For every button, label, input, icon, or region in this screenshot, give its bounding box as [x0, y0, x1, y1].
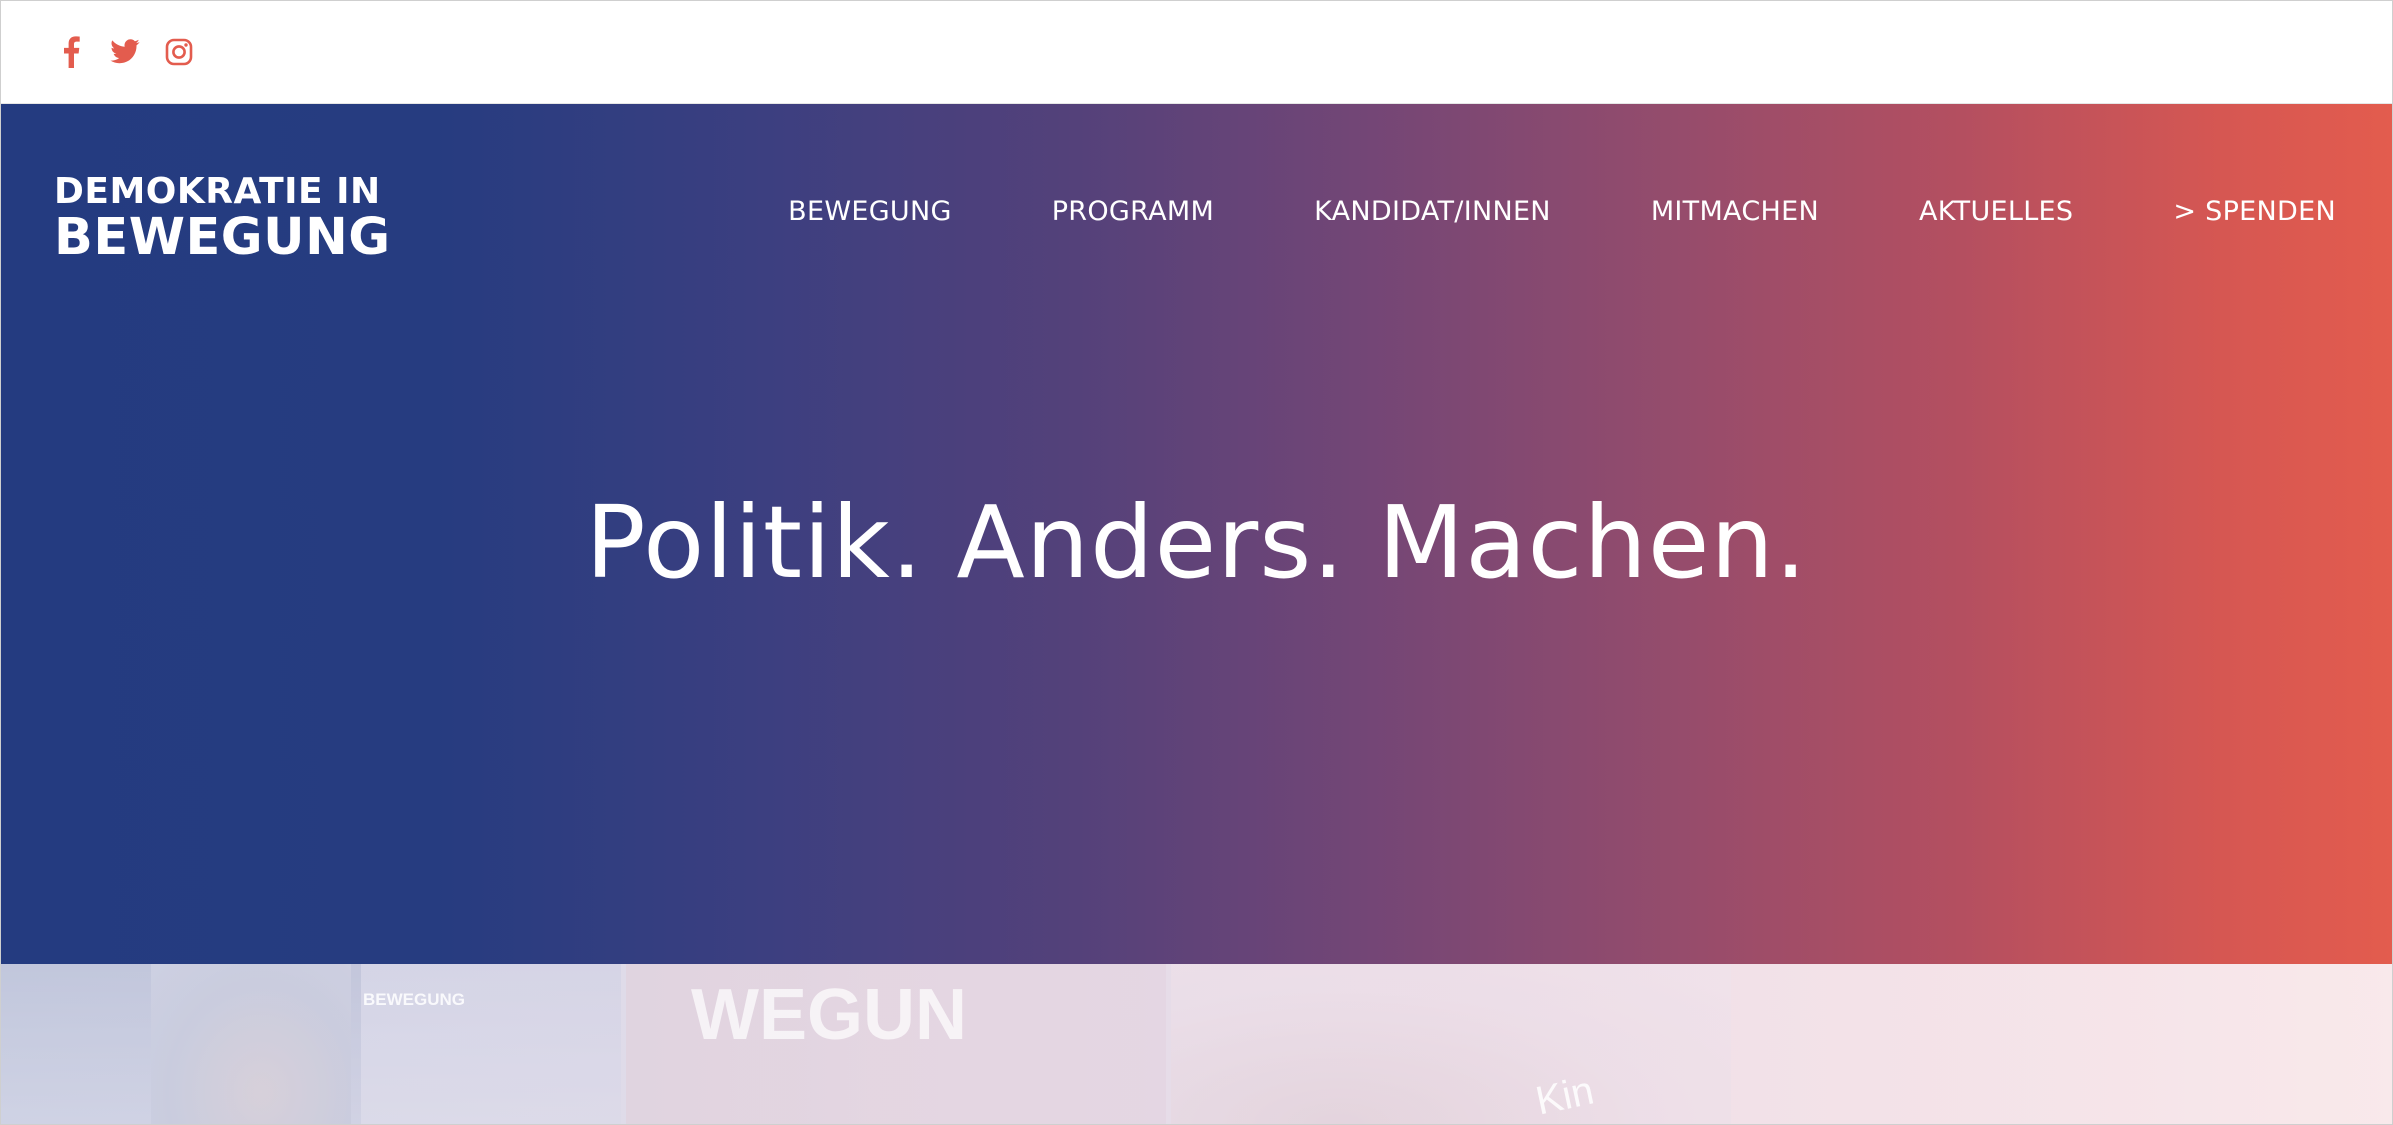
nav-item-mitmachen[interactable]: MITMACHEN	[1651, 196, 1819, 227]
instagram-link[interactable]	[161, 34, 197, 70]
nav-item-spenden[interactable]: > SPENDEN	[2173, 196, 2336, 227]
hero-headline: Politik. Anders. Machen.	[585, 484, 1808, 601]
main-nav: BEWEGUNG PROGRAMM KANDIDAT/INNEN MITMACH…	[788, 196, 2336, 227]
photo-collage: BEWEGUNG WEGUN Kin	[1, 964, 2392, 1124]
nav-item-programm[interactable]: PROGRAMM	[1052, 196, 1214, 227]
page: DEMOKRATIE IN BEWEGUNG BEWEGUNG PROGRAMM…	[0, 0, 2393, 1125]
nav-item-kandidatinnen[interactable]: KANDIDAT/INNEN	[1314, 196, 1551, 227]
logo-line-1: DEMOKRATIE IN	[54, 171, 381, 212]
nav-item-aktuelles[interactable]: AKTUELLES	[1919, 196, 2073, 227]
logo-line-2: BEWEGUNG	[54, 208, 391, 267]
site-logo[interactable]: DEMOKRATIE IN BEWEGUNG	[54, 171, 391, 267]
photo-sign-bewegung: BEWEGUNG	[363, 990, 465, 1009]
social-bar	[1, 1, 2392, 104]
instagram-icon	[165, 38, 193, 66]
photo-sign-wegun: WEGUN	[691, 975, 967, 1055]
twitter-link[interactable]	[107, 34, 143, 70]
facebook-icon	[64, 36, 80, 68]
nav-item-bewegung[interactable]: BEWEGUNG	[788, 196, 952, 227]
facebook-link[interactable]	[53, 34, 89, 70]
photo-overlay	[1, 964, 2392, 1124]
twitter-icon	[110, 39, 140, 64]
hero-section: DEMOKRATIE IN BEWEGUNG BEWEGUNG PROGRAMM…	[1, 104, 2392, 964]
